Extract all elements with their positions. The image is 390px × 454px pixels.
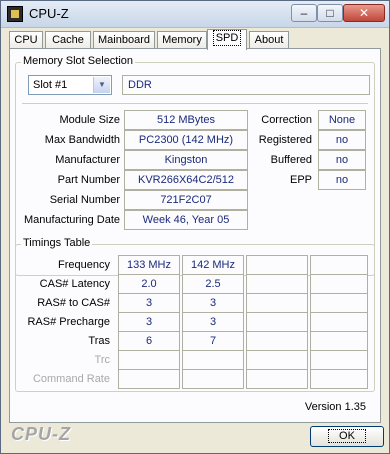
memory-slot-group-title: Memory Slot Selection [21,55,136,67]
ok-button[interactable]: OK [310,426,384,447]
part-number-label: Part Number [57,174,120,186]
cpuz-window: CPU-Z ‒ □ ✕ CPU Cache Mainboard Memory S… [0,0,390,454]
cpuz-brand-logo: CPU-Z [11,424,71,444]
timing-cell [310,350,368,370]
slot-select-value: Slot #1 [33,79,68,91]
timing-cell: 3 [118,312,180,332]
timing-row-label: Tras [88,335,110,347]
tab-mainboard-label: Mainboard [98,34,150,46]
registered-value: no [318,130,366,150]
timing-row-label: Command Rate [32,373,110,385]
timing-cell: 3 [182,312,244,332]
timing-cell [182,350,244,370]
timing-cell: 142 MHz [182,255,244,275]
tab-about[interactable]: About [249,31,289,49]
slot-select[interactable]: Slot #1 ▼ [28,75,112,95]
spd-panel: Memory Slot Selection Slot #1 ▼ DDR Modu… [9,48,381,423]
epp-label: EPP [289,174,312,186]
timing-cell: 6 [118,331,180,351]
epp-value: no [318,170,366,190]
window-title: CPU-Z [29,6,69,21]
tab-cpu[interactable]: CPU [9,31,43,49]
slot-separator [22,103,368,104]
timing-cell [310,331,368,351]
timing-cell [246,312,308,332]
timing-row-label: RAS# to CAS# [37,297,110,309]
timing-cell [246,331,308,351]
module-size-value: 512 MBytes [124,110,248,130]
buffered-value: no [318,150,366,170]
tab-memory[interactable]: Memory [157,31,207,49]
version-text: Version 1.35 [304,401,366,413]
timing-cell [310,369,368,389]
timings-group: Timings Table Frequency 133 MHz 142 MHz … [15,237,375,392]
manufacturer-value: Kingston [124,150,248,170]
max-bandwidth-value: PC2300 (142 MHz) [124,130,248,150]
title-bar[interactable]: CPU-Z ‒ □ ✕ [1,1,389,28]
timing-cell [310,293,368,313]
timing-cell [182,369,244,389]
maximize-button[interactable]: □ [317,4,343,22]
timing-cell: 2.5 [182,274,244,294]
timing-cell [246,274,308,294]
timing-cell [310,312,368,332]
correction-value: None [318,110,366,130]
timing-cell [246,350,308,370]
tab-mainboard[interactable]: Mainboard [93,31,155,49]
timing-cell [246,369,308,389]
part-number-value: KVR266X64C2/512 [124,170,248,190]
timing-cell: 3 [118,293,180,313]
ok-button-label: OK [328,429,366,443]
serial-number-label: Serial Number [49,194,120,206]
chevron-down-icon[interactable]: ▼ [93,77,110,93]
close-button[interactable]: ✕ [343,4,385,22]
module-size-label: Module Size [59,114,120,126]
manufacturing-date-value: Week 46, Year 05 [124,210,248,230]
timing-cell: 2.0 [118,274,180,294]
tab-spd-label: SPD [212,30,242,46]
timing-cell [310,255,368,275]
max-bandwidth-label: Max Bandwidth [44,134,120,146]
cpuz-app-icon [7,6,23,22]
minimize-button[interactable]: ‒ [291,4,317,22]
registered-label: Registered [258,134,312,146]
serial-number-value: 721F2C07 [124,190,248,210]
timing-cell: 133 MHz [118,255,180,275]
timing-row-label: Trc [94,354,110,366]
timing-cell [246,255,308,275]
timing-cell: 3 [182,293,244,313]
manufacturer-label: Manufacturer [55,154,120,166]
timing-cell [310,274,368,294]
buffered-label: Buffered [270,154,312,166]
timing-cell: 7 [182,331,244,351]
tab-cpu-label: CPU [14,34,38,46]
tab-about-label: About [254,34,284,46]
tab-cache-label: Cache [52,34,84,46]
timings-group-title: Timings Table [21,237,93,249]
timing-row-label: RAS# Precharge [27,316,110,328]
timing-row-label: Frequency [58,259,110,271]
correction-label: Correction [261,114,312,126]
memory-type-field: DDR [122,75,370,95]
timing-row-label: CAS# Latency [39,278,110,290]
timing-cell [118,369,180,389]
tab-spd[interactable]: SPD [207,29,247,50]
manufacturing-date-label: Manufacturing Date [24,214,120,226]
timing-cell [118,350,180,370]
timing-cell [246,293,308,313]
tab-memory-label: Memory [162,34,202,46]
tab-cache[interactable]: Cache [45,31,91,49]
